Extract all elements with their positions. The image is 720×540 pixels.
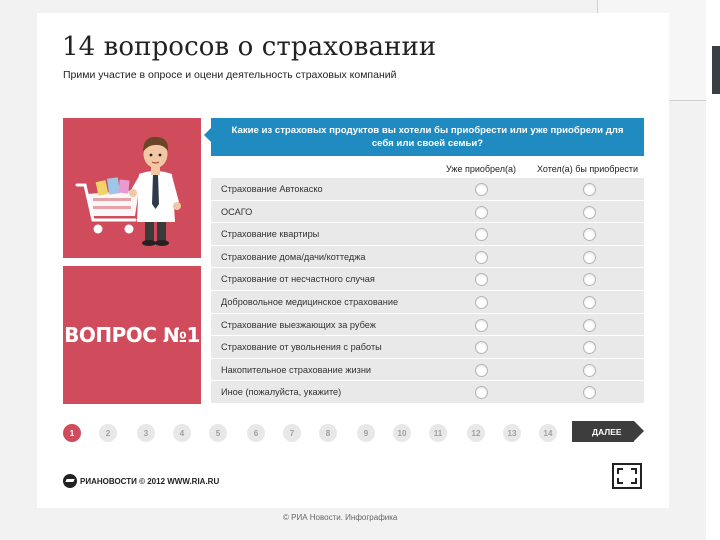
page-button-14[interactable]: 14 [539, 424, 557, 442]
radio-want-to-buy[interactable] [583, 341, 596, 355]
next-button[interactable]: ДАЛЕЕ [572, 421, 644, 442]
radio-want-to-buy[interactable] [583, 228, 596, 242]
radio-want-to-buy[interactable] [583, 250, 596, 264]
radio-want-to-buy[interactable] [583, 318, 596, 332]
slide-edge-tab [712, 46, 720, 94]
page-button-6[interactable]: 6 [247, 424, 265, 442]
page-button-12[interactable]: 12 [467, 424, 485, 442]
shopping-cart-icon [75, 177, 139, 234]
hero-illustration-panel [63, 118, 201, 258]
option-label: Страхование от несчастного случая [221, 274, 375, 285]
page-button-13[interactable]: 13 [503, 424, 521, 442]
radio-already-bought[interactable] [475, 183, 488, 196]
radio-already-bought[interactable] [475, 205, 488, 219]
option-row: Накопительное страхование жизни [211, 358, 644, 382]
option-label: Страхование квартиры [221, 229, 320, 240]
image-credit: © РИА Новости. Инфографика [283, 513, 398, 522]
option-row: ОСАГО [211, 200, 644, 224]
question-number-panel: ВОПРОС №1 [63, 266, 201, 404]
option-label: Страхование Автокаско [221, 184, 323, 194]
radio-already-bought[interactable] [475, 295, 488, 309]
radio-already-bought[interactable] [475, 318, 488, 332]
option-row: Страхование квартиры [211, 223, 644, 246]
page-title: 14 вопросов о страховании [62, 32, 437, 62]
option-row: Иное (пожалуйста, укажите) [211, 381, 644, 404]
radio-already-bought[interactable] [475, 273, 488, 287]
radio-already-bought[interactable] [475, 341, 488, 355]
page-button-4[interactable]: 4 [173, 424, 191, 442]
options-table: Страхование Автокаско ОСАГО Страхование … [211, 178, 644, 404]
logo-text: РИАНОВОСТИ © 2012 WWW.RIA.RU [80, 476, 220, 486]
radio-want-to-buy[interactable] [583, 205, 596, 219]
page-button-5[interactable]: 5 [209, 424, 227, 442]
option-row: Страхование от несчастного случая [211, 268, 644, 291]
page-button-10[interactable]: 10 [393, 424, 411, 442]
page-button-1[interactable]: 1 [63, 424, 81, 442]
radio-already-bought[interactable] [475, 363, 488, 377]
option-row: Добровольное медицинское страхование [211, 290, 644, 314]
page-button-11[interactable]: 11 [429, 424, 447, 442]
ria-logo-icon [63, 474, 77, 488]
ria-novosti-logo[interactable]: РИАНОВОСТИ © 2012 WWW.RIA.RU [63, 474, 219, 488]
question-number-label: ВОПРОС №1 [64, 323, 200, 347]
fullscreen-icon[interactable] [612, 463, 642, 489]
option-row: Страхование выезжающих за рубеж [211, 313, 644, 337]
radio-already-bought[interactable] [475, 386, 488, 400]
shopper-with-cart-illustration [75, 136, 181, 246]
option-label: Страхование выезжающих за рубеж [221, 319, 376, 330]
page-button-3[interactable]: 3 [137, 424, 155, 442]
question-header: Какие из страховых продуктов вы хотели б… [204, 118, 644, 156]
option-row: Страхование Автокаско [211, 178, 644, 201]
option-label: Накопительное страхование жизни [221, 364, 372, 375]
option-label: ОСАГО [221, 206, 253, 217]
page-button-2[interactable]: 2 [99, 424, 117, 442]
radio-want-to-buy[interactable] [583, 386, 596, 400]
radio-want-to-buy[interactable] [583, 363, 596, 377]
page-button-7[interactable]: 7 [283, 424, 301, 442]
option-row: Страхование от увольнения с работы [211, 336, 644, 359]
option-row: Страхование дома/дачи/коттеджа [211, 245, 644, 269]
column-header-already-bought: Уже приобрел(а) [446, 164, 516, 174]
page-button-9[interactable]: 9 [357, 424, 375, 442]
option-label: Страхование от увольнения с работы [221, 342, 382, 353]
radio-want-to-buy[interactable] [583, 273, 596, 287]
option-label: Добровольное медицинское страхование [221, 296, 399, 307]
radio-already-bought[interactable] [475, 250, 488, 264]
page-button-8[interactable]: 8 [319, 424, 337, 442]
page-subtitle: Прими участие в опросе и оцени деятельно… [63, 69, 397, 81]
question-text: Какие из страховых продуктов вы хотели б… [231, 125, 624, 149]
radio-want-to-buy[interactable] [583, 183, 596, 196]
option-label: Иное (пожалуйста, укажите) [221, 387, 342, 398]
radio-already-bought[interactable] [475, 228, 488, 242]
option-label: Страхование дома/дачи/коттеджа [221, 251, 366, 262]
man-figure [129, 136, 181, 246]
column-header-want-to-buy: Хотел(а) бы приобрести [537, 164, 639, 174]
radio-want-to-buy[interactable] [583, 295, 596, 309]
